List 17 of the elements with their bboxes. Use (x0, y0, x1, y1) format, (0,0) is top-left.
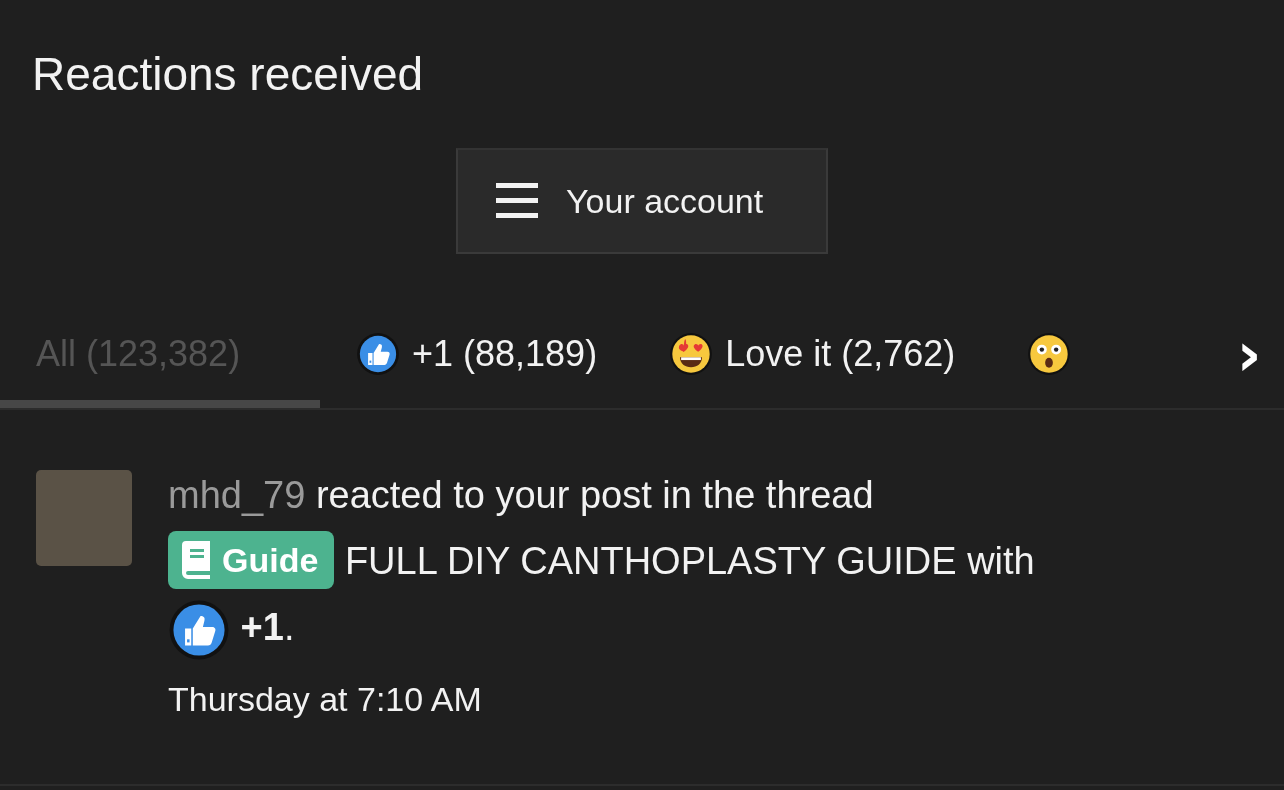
reaction-text: reacted to your post in the thread (315, 474, 874, 516)
account-menu-button[interactable]: Your account (456, 148, 828, 254)
reaction-name: +1. (240, 606, 295, 648)
surprised-emoji-icon (1027, 332, 1072, 376)
reaction-time: Thursday at 7:10 AM (168, 678, 483, 719)
username-link[interactable]: mhd_79 (168, 474, 306, 516)
book-icon (182, 540, 212, 579)
reaction-tab[interactable]: Love it (2,762) (633, 308, 992, 408)
reaction-tab[interactable]: +1 (88,189) (320, 308, 634, 408)
thumbs-up-icon (168, 598, 230, 661)
thread-title-link[interactable]: FULL DIY CANTHOPLASTY GUIDE (344, 540, 957, 582)
heart-eyes-emoji-icon (669, 332, 714, 376)
with-text: with (967, 540, 1035, 582)
menu-icon (496, 183, 538, 219)
thread-prefix-label: Guide (168, 530, 335, 589)
thumbs-up-icon (356, 332, 400, 376)
page-title: Reactions received (31, 47, 425, 102)
